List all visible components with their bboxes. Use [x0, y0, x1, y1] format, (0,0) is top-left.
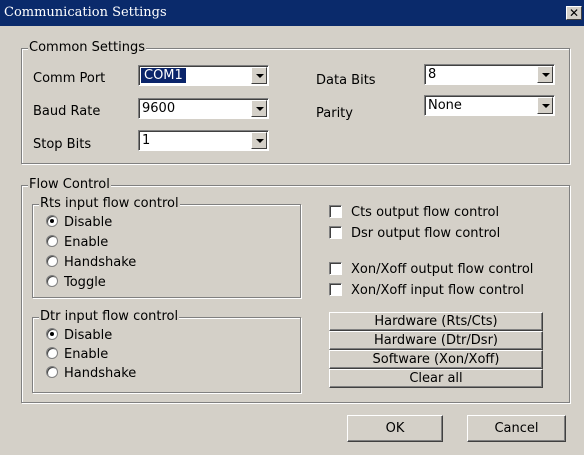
comm-port-value: COM1: [140, 67, 187, 84]
comm-port-select[interactable]: COM1: [138, 65, 269, 86]
baud-rate-select[interactable]: 9600: [138, 98, 269, 119]
chevron-down-icon[interactable]: [537, 66, 553, 83]
dtr-option-label: Enable: [64, 347, 109, 362]
rts-option-disable[interactable]: Disable: [46, 215, 112, 230]
checkbox-icon[interactable]: [329, 283, 342, 296]
software-xon-xoff-button[interactable]: Software (Xon/Xoff): [329, 350, 543, 369]
window-title: Communication Settings: [4, 5, 167, 20]
stop-bits-select[interactable]: 1: [138, 130, 269, 151]
parity-label: Parity: [316, 106, 353, 121]
rts-option-enable[interactable]: Enable: [46, 235, 108, 250]
rts-option-label: Disable: [64, 215, 113, 230]
cts-output-checkbox[interactable]: Cts output flow control: [329, 205, 499, 220]
checkbox-label: Xon/Xoff output flow control: [351, 262, 534, 277]
chevron-down-icon[interactable]: [251, 100, 267, 117]
rts-option-handshake[interactable]: Handshake: [46, 255, 136, 270]
rts-flow-group: Rts input flow control Disable Enable Ha…: [32, 196, 301, 298]
checkbox-icon[interactable]: [329, 205, 342, 218]
dtr-option-label: Disable: [64, 328, 113, 343]
radio-selected-icon[interactable]: [46, 215, 58, 227]
cancel-button[interactable]: Cancel: [467, 415, 566, 442]
hardware-dtr-dsr-button[interactable]: Hardware (Dtr/Dsr): [329, 331, 543, 350]
comm-port-label: Comm Port: [33, 71, 106, 86]
checkbox-icon[interactable]: [329, 226, 342, 239]
dtr-option-enable[interactable]: Enable: [46, 347, 108, 362]
rts-option-label: Toggle: [64, 275, 106, 290]
clear-all-button[interactable]: Clear all: [329, 369, 543, 388]
radio-selected-icon[interactable]: [46, 328, 58, 340]
dsr-output-checkbox[interactable]: Dsr output flow control: [329, 226, 500, 241]
rts-option-label: Enable: [64, 235, 109, 250]
flow-control-group: Flow Control Rts input flow control Disa…: [21, 177, 570, 403]
dtr-flow-group: Dtr input flow control Disable Enable Ha…: [32, 309, 301, 393]
flow-control-title: Flow Control: [28, 177, 111, 192]
chevron-down-icon[interactable]: [251, 67, 267, 84]
dtr-option-disable[interactable]: Disable: [46, 328, 112, 343]
stop-bits-value: 1: [142, 133, 151, 148]
parity-select[interactable]: None: [424, 95, 555, 116]
radio-icon[interactable]: [46, 255, 58, 267]
rts-option-toggle[interactable]: Toggle: [46, 275, 106, 290]
chevron-down-icon[interactable]: [251, 132, 267, 149]
baud-rate-value: 9600: [142, 101, 176, 116]
dtr-option-handshake[interactable]: Handshake: [46, 366, 136, 381]
dtr-option-label: Handshake: [64, 366, 137, 381]
parity-value: None: [428, 98, 462, 113]
rts-option-label: Handshake: [64, 255, 137, 270]
radio-icon[interactable]: [46, 347, 58, 359]
data-bits-label: Data Bits: [316, 73, 376, 88]
xon-xoff-output-checkbox[interactable]: Xon/Xoff output flow control: [329, 262, 533, 277]
rts-flow-title: Rts input flow control: [39, 196, 180, 211]
xon-xoff-input-checkbox[interactable]: Xon/Xoff input flow control: [329, 283, 524, 298]
title-bar: Communication Settings ✕: [0, 0, 584, 26]
checkbox-icon[interactable]: [329, 262, 342, 275]
ok-button[interactable]: OK: [347, 415, 443, 442]
radio-icon[interactable]: [46, 366, 58, 378]
close-icon[interactable]: ✕: [566, 6, 582, 20]
baud-rate-label: Baud Rate: [33, 104, 101, 119]
dtr-flow-title: Dtr input flow control: [39, 309, 180, 324]
common-settings-group: Common Settings Comm Port COM1 Baud Rate…: [21, 40, 570, 164]
stop-bits-label: Stop Bits: [33, 137, 92, 152]
checkbox-label: Dsr output flow control: [351, 226, 501, 241]
hardware-rts-cts-button[interactable]: Hardware (Rts/Cts): [329, 312, 543, 331]
common-settings-title: Common Settings: [28, 40, 147, 55]
radio-icon[interactable]: [46, 235, 58, 247]
radio-icon[interactable]: [46, 275, 58, 287]
data-bits-select[interactable]: 8: [424, 64, 555, 85]
checkbox-label: Cts output flow control: [351, 205, 500, 220]
chevron-down-icon[interactable]: [537, 97, 553, 114]
checkbox-label: Xon/Xoff input flow control: [351, 283, 524, 298]
data-bits-value: 8: [428, 67, 437, 82]
